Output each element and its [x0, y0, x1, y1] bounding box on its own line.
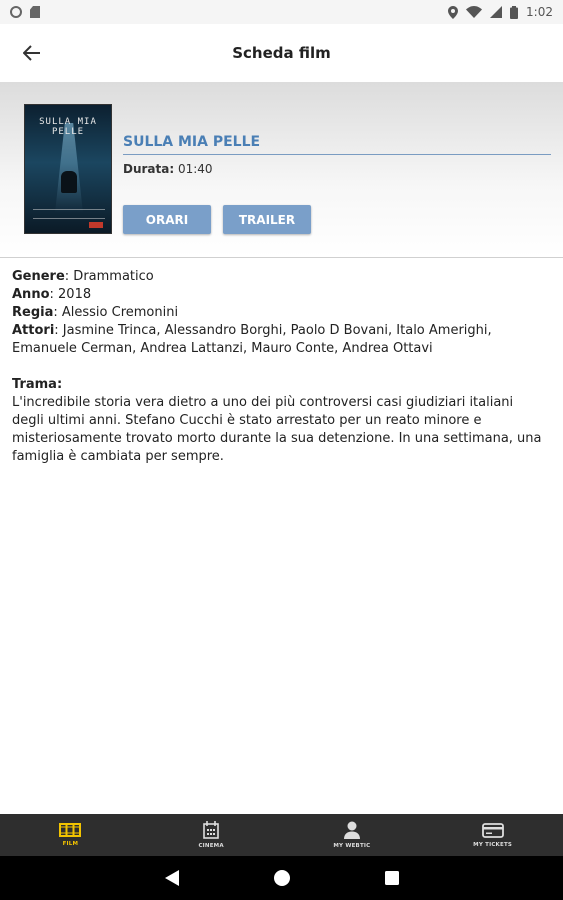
square-recents-icon [384, 871, 399, 885]
film-duration: Durata: 01:40 [123, 162, 213, 176]
bottom-navigation: FILM CINEMA MY WEBTIC MY TICKETS [0, 814, 563, 856]
poster-logo [89, 222, 103, 228]
film-poster[interactable]: SULLA MIA PELLE [24, 104, 112, 234]
year-row: Anno: 2018 [12, 286, 542, 304]
director-row: Regia: Alessio Cremonini [12, 304, 542, 322]
notification-circle-icon [10, 6, 22, 18]
cinema-icon [203, 821, 219, 839]
actors-row: Attori: Jasmine Trinca, Alessandro Borgh… [12, 322, 542, 358]
triangle-back-icon [164, 870, 179, 886]
orari-button[interactable]: ORARI [123, 205, 211, 234]
duration-value: 01:40 [177, 162, 213, 176]
page-title: Scheda film [232, 44, 331, 62]
director-value: : Alessio Cremonini [53, 305, 179, 320]
status-time: 1:02 [526, 5, 553, 19]
genre-label: Genere [12, 269, 65, 284]
plot-label: Trama: [12, 377, 63, 392]
nav-label-cinema: CINEMA [198, 843, 224, 849]
film-title: SULLA MIA PELLE [123, 134, 551, 155]
location-icon [448, 5, 459, 19]
system-navigation-bar [0, 856, 563, 900]
app-bar: Scheda film [0, 24, 563, 82]
poster-figure [61, 171, 77, 193]
trailer-button[interactable]: TRAILER [223, 205, 311, 234]
battery-icon [510, 5, 519, 19]
signal-icon [490, 6, 503, 18]
genre-value: : Drammatico [64, 269, 154, 284]
ticket-card-icon [481, 822, 504, 838]
nav-label-my-tickets: MY TICKETS [473, 841, 513, 848]
nav-item-my-tickets[interactable]: MY TICKETS [422, 814, 563, 856]
film-details: Genere: Drammatico Anno: 2018 Regia: Ale… [12, 268, 542, 466]
nav-label-film: FILM [62, 841, 79, 847]
nav-label-my-webtic: MY WEBTIC [333, 843, 371, 849]
poster-title-text: SULLA MIA PELLE [39, 117, 97, 137]
film-header: SULLA MIA PELLE SULLA MIA PELLE Durata: … [0, 82, 563, 258]
circle-home-icon [273, 870, 290, 886]
wifi-icon [466, 6, 483, 18]
user-icon [343, 821, 360, 839]
genre-row: Genere: Drammatico [12, 268, 542, 286]
arrow-back-icon [23, 45, 40, 61]
system-back-button[interactable] [164, 870, 179, 886]
sd-card-icon [30, 6, 40, 18]
duration-label: Durata: [123, 162, 175, 176]
film-icon [59, 823, 82, 837]
actors-label: Attori [12, 323, 55, 338]
actors-value: : Jasmine Trinca, Alessandro Borghi, Pao… [12, 323, 492, 356]
status-bar: 1:02 [0, 0, 563, 24]
nav-item-cinema[interactable]: CINEMA [141, 814, 282, 856]
poster-credits [33, 209, 105, 219]
system-recents-button[interactable] [384, 871, 399, 885]
back-button[interactable] [20, 41, 44, 65]
nav-item-my-webtic[interactable]: MY WEBTIC [282, 814, 423, 856]
year-value: : 2018 [49, 287, 92, 302]
system-home-button[interactable] [273, 870, 290, 886]
plot-text: L'incredibile storia vera dietro a uno d… [12, 395, 542, 464]
year-label: Anno [12, 287, 50, 302]
nav-item-film[interactable]: FILM [0, 814, 141, 856]
director-label: Regia [12, 305, 54, 320]
